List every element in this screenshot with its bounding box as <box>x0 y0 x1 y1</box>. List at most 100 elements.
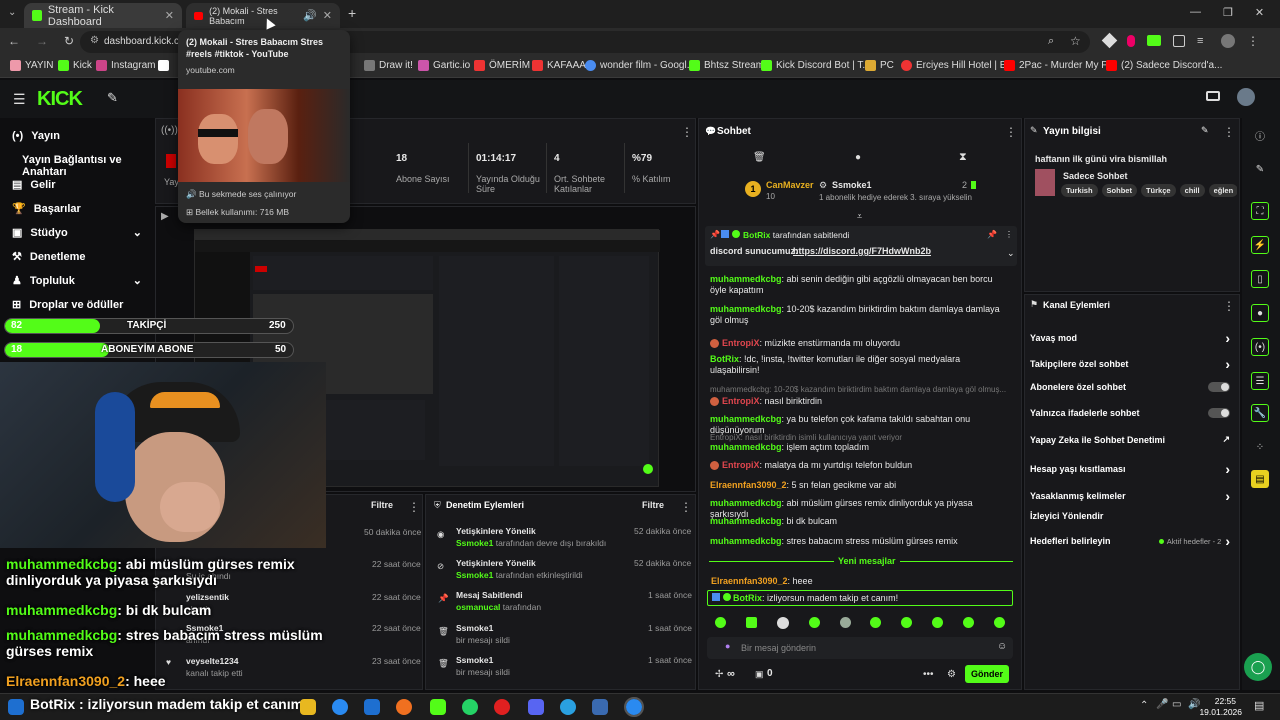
info-icon[interactable]: ⓘ <box>1251 126 1269 144</box>
sidebar-item-denetleme[interactable]: ⚒ Denetleme <box>12 250 86 264</box>
channel-action-row[interactable]: İzleyici Yönlendir <box>1030 511 1230 521</box>
pin-icon[interactable]: ✎ <box>107 90 118 106</box>
profile-avatar[interactable] <box>1221 34 1235 48</box>
mic-icon[interactable]: ● <box>725 641 730 651</box>
minimize-icon[interactable]: — <box>1190 6 1201 19</box>
tab-youtube[interactable]: (2) Mokali - Stres Babacım 🔊 ✕ <box>186 3 340 28</box>
sidebar-item-topluluk[interactable]: ♟ Topluluk ⌄ <box>12 274 142 288</box>
more-options-icon[interactable]: ⋮ <box>408 500 420 514</box>
bookmark-item[interactable]: wonder film - Googl... <box>585 60 695 71</box>
chat-username[interactable]: EntropiX <box>722 460 760 470</box>
category-thumbnail[interactable] <box>1035 169 1055 196</box>
emote-icon[interactable] <box>745 617 757 628</box>
start-icon[interactable] <box>8 699 24 715</box>
tab-list-icon[interactable]: ⌄ <box>8 7 16 18</box>
emote-icon[interactable] <box>963 617 974 628</box>
chevron-down-icon[interactable]: ⌄ <box>1007 248 1015 259</box>
bookmark-item[interactable]: PC <box>865 60 894 71</box>
pencil-icon[interactable]: ✎ <box>1251 160 1269 178</box>
avatar[interactable] <box>1237 88 1255 106</box>
kick-logo[interactable]: KICK <box>37 88 83 111</box>
emote-icon[interactable] <box>993 617 1005 628</box>
mod-user[interactable]: Ssmoke1 <box>456 570 493 580</box>
chat-username[interactable]: BotRix <box>733 593 762 603</box>
close-window-icon[interactable]: ✕ <box>1255 6 1264 19</box>
gift-recipient[interactable]: Ssmoke1 <box>832 180 872 190</box>
tag-chip[interactable]: chill <box>1179 184 1205 197</box>
mod-user[interactable]: osmanucal <box>456 602 500 612</box>
more-options-icon[interactable]: ⋮ <box>1223 125 1235 139</box>
more-options-icon[interactable]: ⋮ <box>680 500 692 514</box>
broadcast-icon[interactable]: (•) <box>1251 338 1269 356</box>
chat-username[interactable]: muhammedkcbg <box>710 274 782 284</box>
hourglass-icon[interactable]: ⧗ <box>959 151 967 164</box>
extension-icon[interactable] <box>1101 32 1118 49</box>
pinned-message[interactable]: 📌 BotRix tarafından sabitlendi 📌 ⋮ disco… <box>705 226 1017 266</box>
kick-app-icon[interactable] <box>430 699 446 715</box>
emoji-icon[interactable]: ☺ <box>997 641 1007 652</box>
whatsapp-icon[interactable] <box>462 699 478 715</box>
bookmark-item[interactable]: ÖMERİM <box>474 60 530 71</box>
camera-icon[interactable] <box>1206 91 1220 101</box>
browser-menu-icon[interactable]: ⋮ <box>1247 35 1259 48</box>
chat-input[interactable]: ● Bir mesaj gönderin ☺ <box>707 637 1013 659</box>
channel-action-row[interactable]: Abonelere özel sohbet <box>1030 382 1230 392</box>
filter-button[interactable]: Filtre <box>642 500 664 510</box>
mod-action-title[interactable]: Ssmoke1 <box>456 623 493 634</box>
more-options-icon[interactable]: ⋮ <box>1223 299 1235 313</box>
maximize-icon[interactable]: ❐ <box>1223 6 1233 19</box>
toggle-switch[interactable] <box>1208 408 1230 418</box>
gifter-name[interactable]: CanMavzer <box>766 180 814 190</box>
more-options-icon[interactable]: ⋮ <box>1005 230 1013 239</box>
tag-chip[interactable]: Turkish <box>1061 184 1098 197</box>
bookmark-item[interactable]: Draw it! <box>364 60 413 71</box>
pinned-link[interactable]: https://discord.gg/F7HdwWnb2b <box>793 246 931 256</box>
emote-icon[interactable] <box>901 617 913 628</box>
sidebar-item-droplar[interactable]: ⊞ Droplar ve ödüller <box>12 298 123 312</box>
unpin-icon[interactable]: 📌 <box>987 230 997 239</box>
filter-button[interactable]: Filtre <box>371 500 393 510</box>
bookmark-item[interactable]: Erciyes Hill Hotel | E... <box>901 60 1015 71</box>
chrome-icon[interactable] <box>332 699 348 715</box>
sidebar-item-studyo[interactable]: ▣ Stüdyo ⌄ <box>12 226 142 240</box>
channel-action-row[interactable]: Yalnızca ifadelerle sohbet <box>1030 408 1230 418</box>
emote-icon[interactable] <box>932 617 944 628</box>
bookmark-item[interactable]: 2Pac - Murder My F... <box>1004 60 1115 71</box>
chat-username[interactable]: BotRix <box>710 354 739 364</box>
channel-action-row[interactable]: Yapay Zeka ile Sohbet Denetimi ↗ <box>1030 434 1230 445</box>
chat-username[interactable]: muhammedkcbg <box>710 442 782 452</box>
sidebar-item-yayin[interactable]: (•) Yayın <box>12 130 60 142</box>
category-name[interactable]: Sadece Sohbet <box>1063 171 1128 181</box>
more-options-icon[interactable]: ⋮ <box>1005 125 1017 139</box>
channel-action-row[interactable]: Hesap yaşı kısıtlaması › <box>1030 461 1230 477</box>
toggle-switch[interactable] <box>1208 382 1230 392</box>
emote-icon[interactable] <box>870 617 882 628</box>
media-control-icon[interactable]: ≡ <box>1197 35 1209 47</box>
chat-icon[interactable]: ● <box>855 152 861 163</box>
app-icon[interactable] <box>592 699 608 715</box>
chat-bubble-fab-icon[interactable]: ◯ <box>1244 653 1272 681</box>
chat-username[interactable]: EntropiX <box>722 396 760 406</box>
channel-action-row[interactable]: Yasaklanmış kelimeler › <box>1030 488 1230 504</box>
chat-username[interactable]: Elraennfan3090_2 <box>710 480 787 490</box>
network-icon[interactable]: ▭ <box>1172 699 1181 710</box>
tasks-icon[interactable]: ▤ <box>1251 470 1269 488</box>
chat-username[interactable]: EntropiX <box>722 338 760 348</box>
mic-icon[interactable]: 🎤 <box>1156 699 1168 710</box>
bookmark-item[interactable]: KAFAAA <box>532 60 586 71</box>
discord-icon[interactable] <box>528 699 544 715</box>
tag-chip[interactable]: eğlen <box>1208 184 1237 197</box>
list-icon[interactable]: ☰ <box>1251 372 1269 390</box>
sidebar-item-gelir[interactable]: ▤ Gelir <box>12 178 55 192</box>
sidebar-item-basarilar[interactable]: 🏆 Başarılar <box>12 202 81 216</box>
site-info-icon[interactable]: ⚙ <box>90 35 99 46</box>
telegram-icon[interactable] <box>560 699 576 715</box>
forward-icon[interactable]: → <box>36 34 48 48</box>
gear-icon[interactable]: ⚙ <box>947 669 956 680</box>
hamburger-menu-icon[interactable]: ☰ <box>13 91 26 108</box>
tray-chevron-icon[interactable]: ⌃ <box>1140 700 1148 711</box>
emote-icon[interactable] <box>715 617 726 628</box>
bookmark-item[interactable]: Kick Discord Bot | T... <box>761 60 871 71</box>
bookmark-item[interactable]: (2) Sadece Discord'a... <box>1106 60 1222 71</box>
notification-icon[interactable]: ▤ <box>1254 699 1264 712</box>
